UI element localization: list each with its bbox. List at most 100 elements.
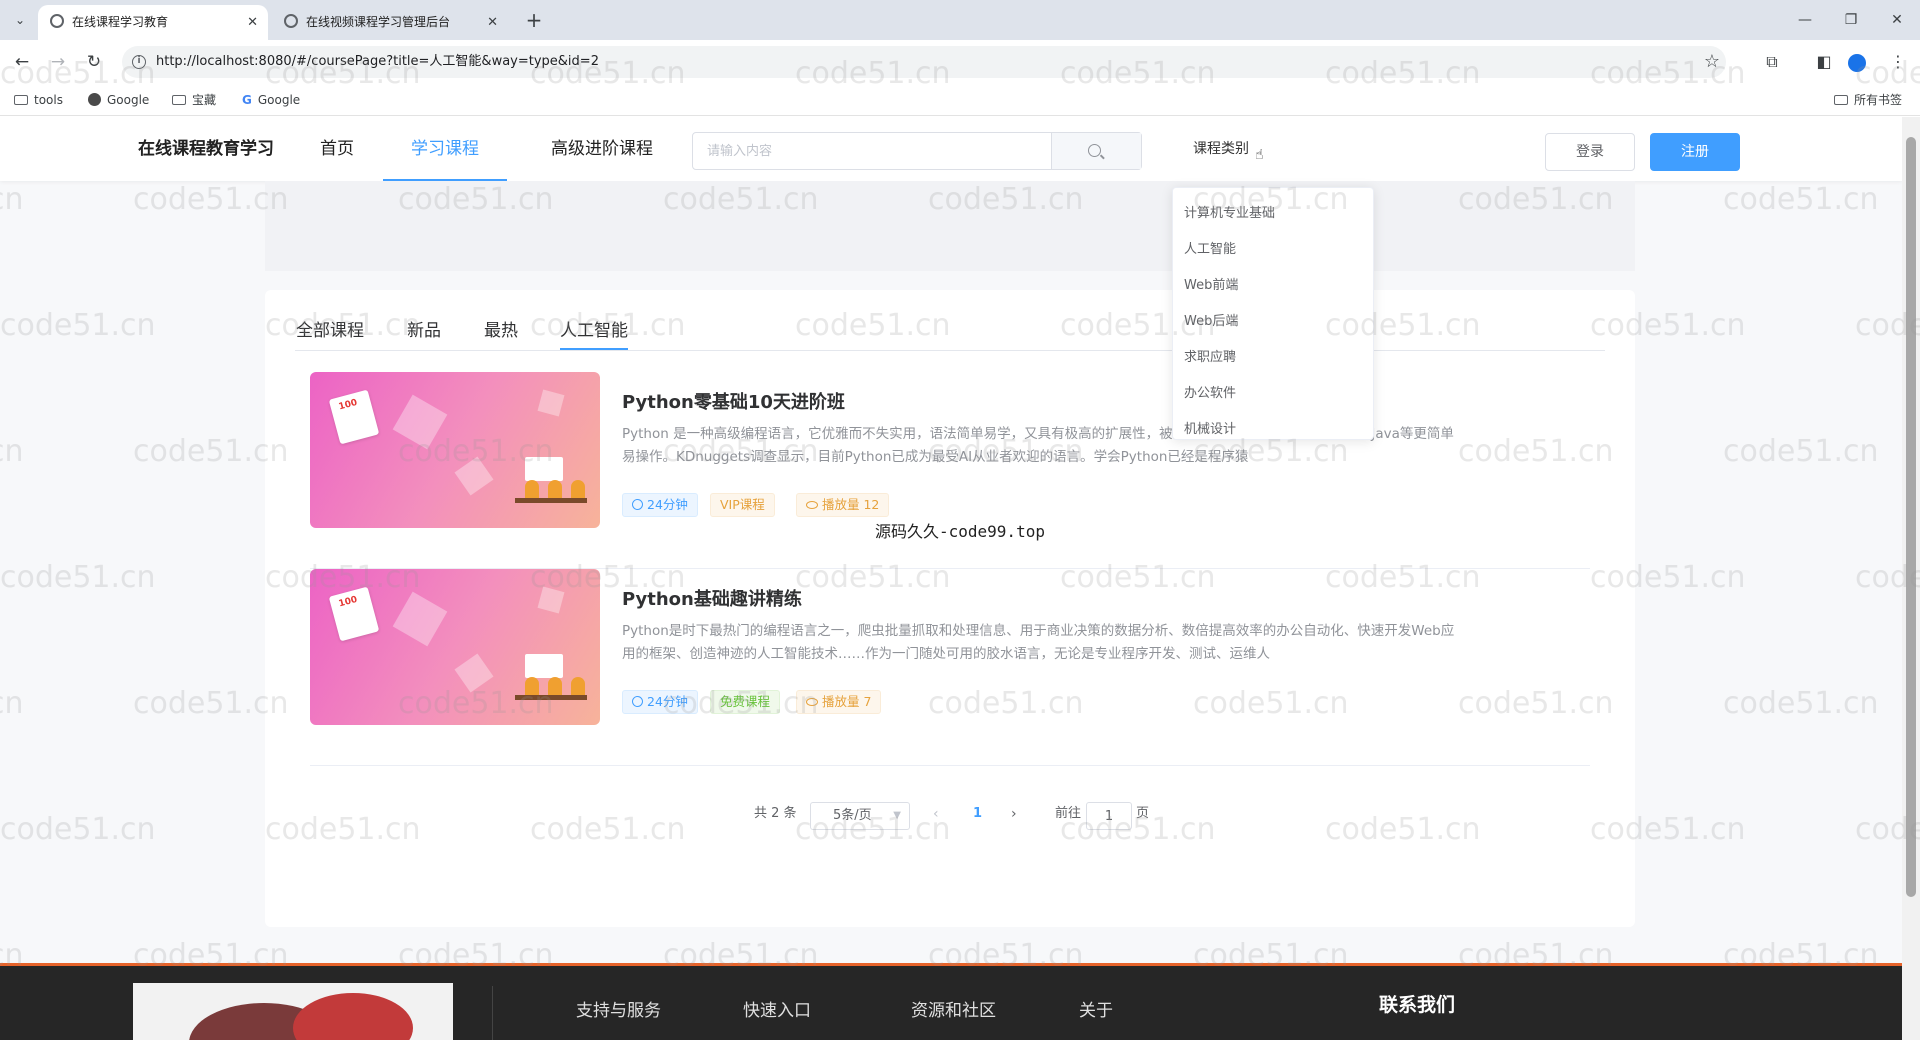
search-input[interactable] (693, 133, 1051, 169)
footer-contact-heading: 联系我们 (1379, 994, 1456, 1016)
bookmarks-bar: tools Google 宝藏 G Google 所有书签 (0, 84, 1920, 116)
course-title[interactable]: Python基础趣讲精练 (622, 585, 802, 611)
hand-cursor-icon: ☝ (1255, 147, 1264, 163)
free-tag: 免费课程 (710, 690, 781, 714)
bookmark-star-icon[interactable]: ☆ (1704, 46, 1720, 78)
google-g-icon: G (242, 93, 252, 107)
site-brand[interactable]: 在线课程教育学习 (138, 117, 274, 181)
page-number[interactable]: 1 (973, 796, 982, 832)
goto-page-input[interactable] (1086, 802, 1132, 830)
exam-paper-icon (328, 586, 380, 642)
course-thumbnail[interactable] (310, 569, 600, 725)
search-box (692, 132, 1142, 170)
nav-courses[interactable]: 学习课程 (383, 117, 507, 181)
bookmark-label: 所有书签 (1854, 93, 1903, 107)
pagination: 共 2 条 5条/页▼ ‹ 1 › 前往 页 (265, 796, 1635, 832)
login-button[interactable]: 登录 (1545, 133, 1635, 171)
category-item[interactable]: Web后端 (1184, 304, 1238, 340)
duration-tag: 24分钟 (622, 493, 698, 517)
category-item[interactable]: 计算机专业基础 (1184, 196, 1275, 232)
course-list-card: 全部课程 新品 最热 人工智能 Python零基础10天进阶班 Python 是… (265, 290, 1635, 927)
course-description: Python是时下最热门的编程语言之一，爬虫批量抓取和处理信息、用于商业决策的数… (622, 623, 1455, 662)
category-item[interactable]: 办公软件 (1184, 376, 1236, 412)
bookmark-label: Google (107, 93, 150, 107)
footer-divider (492, 986, 493, 1040)
bookmark-label: tools (34, 93, 63, 107)
next-page-icon[interactable]: › (1011, 796, 1017, 832)
new-tab-icon[interactable]: + (520, 6, 548, 34)
register-button[interactable]: 注册 (1650, 133, 1740, 171)
banner-area (265, 181, 1635, 271)
bookmark-tools[interactable]: tools (14, 84, 63, 116)
footer-logo-image (133, 983, 453, 1040)
all-bookmarks[interactable]: 所有书签 (1834, 84, 1902, 116)
plays-tag: 播放量 7 (796, 690, 882, 714)
category-item[interactable]: 人工智能 (1184, 232, 1236, 268)
browser-toolbar: ← → ↻ i http://localhost:8080/#/coursePa… (0, 40, 1920, 84)
category-dropdown-trigger[interactable]: 课程类别 (1193, 117, 1249, 181)
prev-page-icon[interactable]: ‹ (933, 796, 939, 832)
address-bar[interactable]: i http://localhost:8080/#/coursePage?tit… (122, 46, 1726, 78)
globe-icon (50, 14, 64, 28)
browser-tabstrip: ⌄ 在线课程学习教育 ✕ 在线视频课程学习管理后台 ✕ + — ❐ ✕ (0, 0, 1920, 40)
filter-tab-new[interactable]: 新品 (407, 312, 441, 350)
bookmark-google[interactable]: Google (88, 84, 149, 116)
minimize-icon[interactable]: — (1782, 0, 1828, 40)
page-unit-label: 页 (1136, 806, 1150, 821)
extensions-icon[interactable]: ⧉ (1758, 48, 1786, 76)
vip-tag: VIP课程 (710, 493, 775, 517)
bookmark-label: Google (257, 93, 301, 107)
course-thumbnail[interactable] (310, 372, 600, 528)
exam-paper-icon (328, 389, 380, 445)
nav-home[interactable]: 首页 (318, 117, 356, 181)
course-title[interactable]: Python零基础10天进阶班 (622, 388, 845, 414)
forward-icon[interactable]: → (44, 48, 72, 76)
footer-link-community[interactable]: 资源和社区 (911, 996, 996, 1021)
back-icon[interactable]: ← (8, 48, 36, 76)
chevron-down-icon: ▼ (893, 810, 901, 821)
category-item[interactable]: 机械设计 (1184, 412, 1236, 448)
profile-avatar[interactable] (1848, 54, 1866, 72)
footer-link-support[interactable]: 支持与服务 (576, 996, 661, 1021)
kebab-menu-icon[interactable]: ⋮ (1884, 48, 1912, 76)
site-footer: 支持与服务 快速入口 资源和社区 关于 联系我们 (0, 963, 1902, 1040)
filter-tab-all[interactable]: 全部课程 (296, 312, 364, 350)
page-scrollbar[interactable] (1902, 117, 1920, 1040)
search-button[interactable] (1051, 133, 1141, 169)
side-panel-icon[interactable]: ◧ (1810, 48, 1838, 76)
filter-tab-ai[interactable]: 人工智能 (560, 312, 628, 350)
duration-tag: 24分钟 (622, 690, 698, 714)
tab-close-icon[interactable]: ✕ (487, 5, 498, 40)
eye-icon (806, 698, 818, 706)
tab-close-icon[interactable]: ✕ (247, 5, 258, 40)
page-size-select[interactable]: 5条/页 ▼ (810, 802, 910, 830)
plays-tag: 播放量 12 (796, 493, 890, 517)
bookmark-treasure[interactable]: 宝藏 (172, 84, 216, 116)
footer-link-about[interactable]: 关于 (1079, 996, 1113, 1021)
browser-tab[interactable]: 在线视频课程学习管理后台 ✕ (272, 5, 508, 40)
nav-advanced[interactable]: 高级进阶课程 (534, 117, 670, 181)
browser-tab-active[interactable]: 在线课程学习教育 ✕ (38, 5, 268, 40)
restore-icon[interactable]: ❐ (1828, 0, 1874, 40)
reload-icon[interactable]: ↻ (80, 48, 108, 76)
category-dropdown: 计算机专业基础 人工智能 Web前端 Web后端 求职应聘 办公软件 机械设计 (1172, 187, 1374, 440)
goto-label: 前往 (1055, 806, 1082, 821)
eye-icon (806, 501, 818, 509)
category-item[interactable]: Web前端 (1184, 268, 1238, 304)
category-item[interactable]: 求职应聘 (1184, 340, 1236, 376)
url-text[interactable]: http://localhost:8080/#/coursePage?title… (156, 46, 599, 78)
globe-icon (284, 14, 298, 28)
footer-link-quick[interactable]: 快速入口 (743, 996, 811, 1021)
tab-search-icon[interactable]: ⌄ (8, 9, 32, 31)
window-close-icon[interactable]: ✕ (1874, 0, 1920, 40)
clock-icon (632, 499, 643, 510)
info-icon[interactable]: i (132, 55, 146, 69)
google-globe-icon (88, 93, 101, 106)
tab-title: 在线视频课程学习管理后台 (306, 15, 451, 29)
course-item[interactable]: Python基础趣讲精练 Python是时下最热门的编程语言之一，爬虫批量抓取和… (310, 569, 1590, 766)
bookmark-google-2[interactable]: G Google (242, 84, 300, 116)
folder-icon (14, 95, 28, 105)
scrollbar-thumb[interactable] (1906, 137, 1916, 897)
filter-tab-hot[interactable]: 最热 (484, 312, 518, 350)
site-header: 在线课程教育学习 首页 学习课程 高级进阶课程 课程类别 ☝ 登录 注册 (0, 117, 1902, 181)
